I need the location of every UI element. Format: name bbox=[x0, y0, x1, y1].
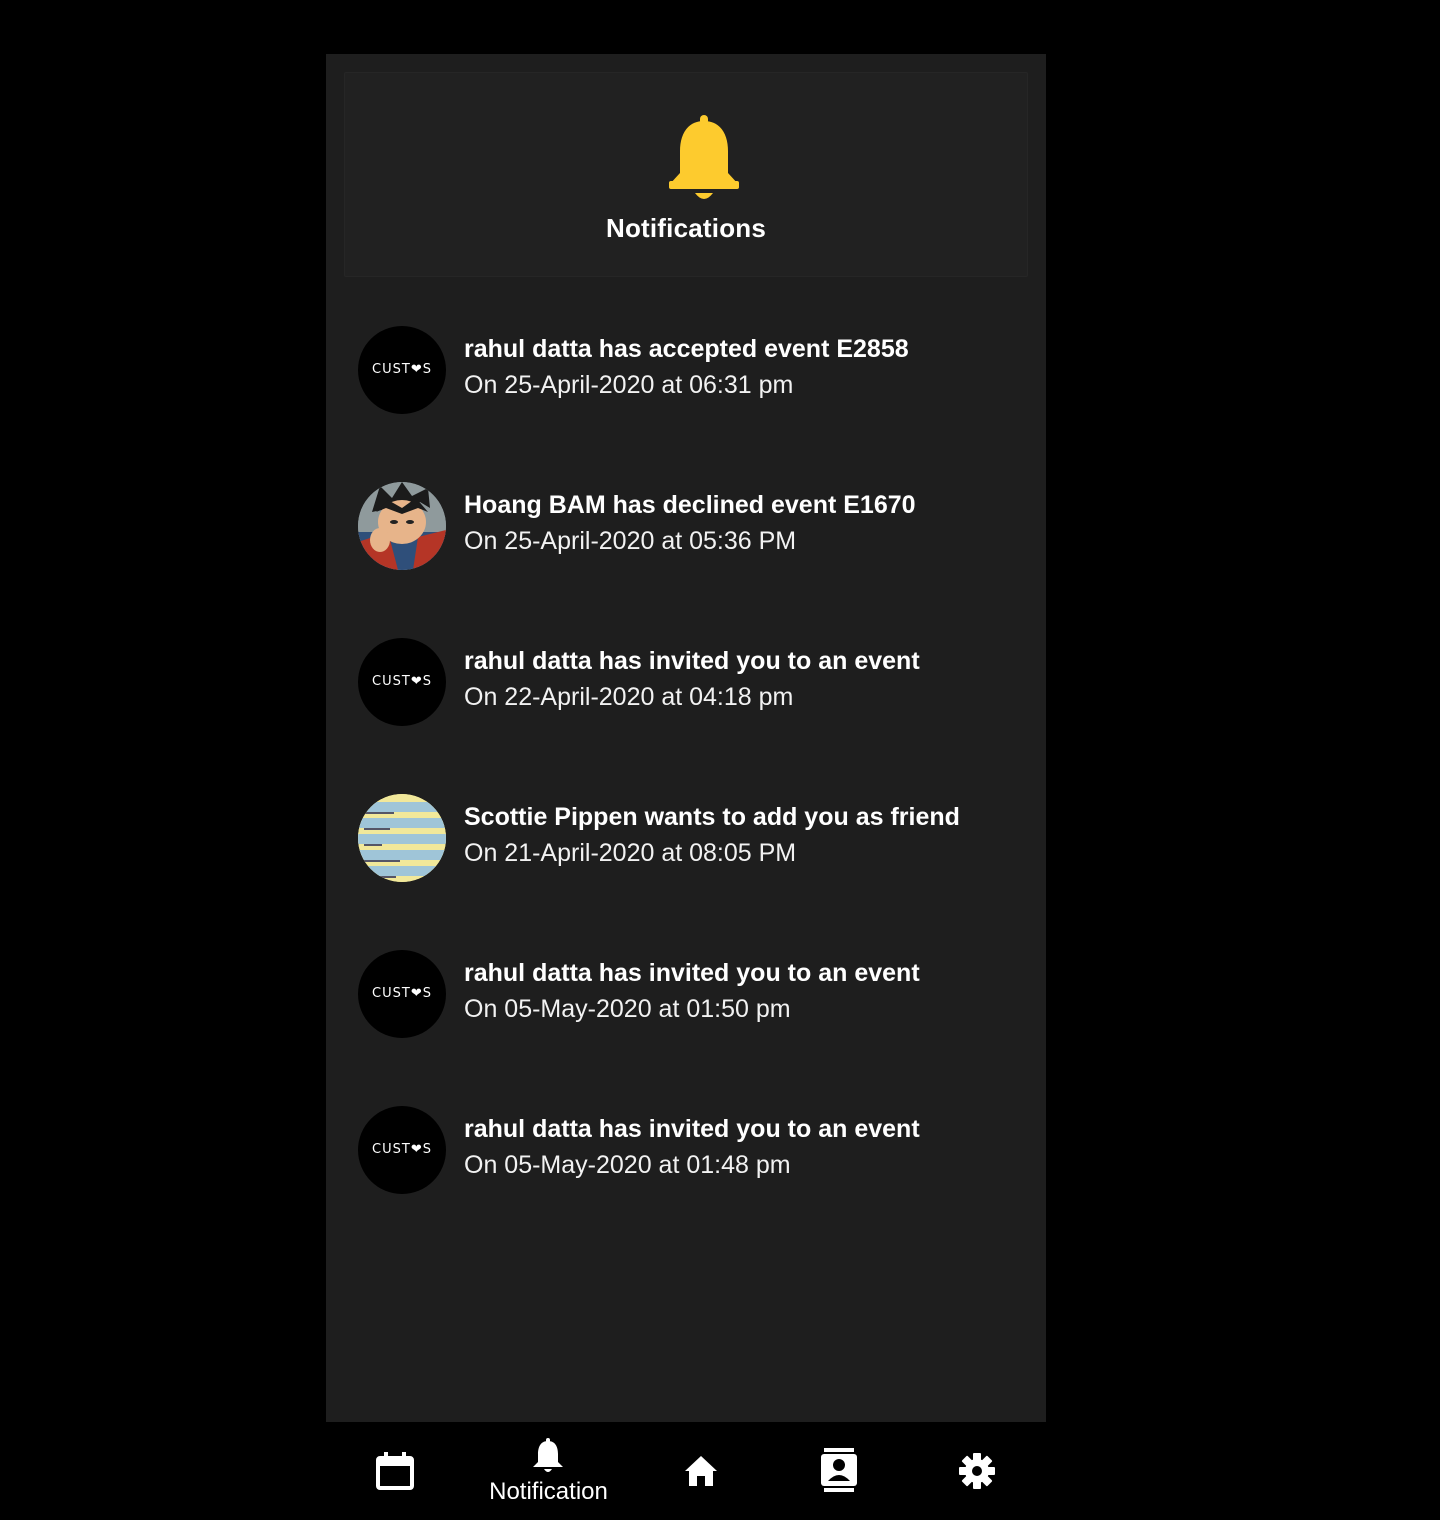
nav-notification[interactable]: Notification bbox=[476, 1422, 621, 1520]
notification-date: On 21-April-2020 at 08:05 PM bbox=[464, 839, 797, 867]
notification-title: Hoang BAM has declined event E1670 bbox=[464, 491, 916, 519]
notification-item[interactable]: CUST❤S rahul datta has invited you to an… bbox=[326, 1084, 1046, 1240]
avatar bbox=[358, 794, 446, 882]
custos-logo: CUST❤S bbox=[372, 674, 432, 689]
nav-settings[interactable] bbox=[938, 1422, 1018, 1520]
app-screen: Notifications CUST❤S rahul datta has acc… bbox=[326, 54, 1046, 1422]
nav-contacts[interactable] bbox=[798, 1422, 878, 1520]
nav-home[interactable] bbox=[661, 1422, 741, 1520]
notification-date: On 22-April-2020 at 04:18 pm bbox=[464, 683, 794, 711]
notification-date: On 05-May-2020 at 01:48 pm bbox=[464, 1151, 791, 1179]
nav-notification-label: Notification bbox=[489, 1478, 608, 1505]
home-icon bbox=[685, 1456, 717, 1486]
contacts-icon bbox=[821, 1448, 857, 1492]
avatar: CUST❤S bbox=[358, 326, 446, 414]
custos-logo: CUST❤S bbox=[372, 1142, 432, 1157]
notification-date: On 05-May-2020 at 01:50 pm bbox=[464, 995, 791, 1023]
notification-title: rahul datta has invited you to an event bbox=[464, 959, 920, 987]
notification-item[interactable]: CUST❤S rahul datta has invited you to an… bbox=[326, 928, 1046, 1084]
avatar bbox=[358, 482, 446, 570]
avatar: CUST❤S bbox=[358, 950, 446, 1038]
notification-item[interactable]: CUST❤S rahul datta has invited you to an… bbox=[326, 616, 1046, 772]
page-title: Notifications bbox=[605, 213, 767, 243]
custos-logo: CUST❤S bbox=[372, 362, 432, 377]
bell-icon bbox=[669, 115, 739, 199]
user-photo bbox=[358, 482, 446, 570]
bell-icon bbox=[533, 1438, 563, 1472]
notification-title: Scottie Pippen wants to add you as frien… bbox=[464, 803, 960, 831]
notification-title: rahul datta has invited you to an event bbox=[464, 647, 920, 675]
avatar: CUST❤S bbox=[358, 1106, 446, 1194]
user-photo bbox=[358, 794, 446, 882]
notification-date: On 25-April-2020 at 05:36 PM bbox=[464, 527, 797, 555]
notification-list: CUST❤S rahul datta has accepted event E2… bbox=[326, 304, 1046, 1240]
notification-title: rahul datta has accepted event E2858 bbox=[464, 335, 909, 363]
gear-icon bbox=[959, 1453, 995, 1489]
notification-title: rahul datta has invited you to an event bbox=[464, 1115, 920, 1143]
calendar-icon bbox=[376, 1452, 414, 1490]
notification-item[interactable]: Hoang BAM has declined event E1670 On 25… bbox=[326, 460, 1046, 616]
nav-calendar[interactable] bbox=[356, 1422, 436, 1520]
notification-item[interactable]: CUST❤S rahul datta has accepted event E2… bbox=[326, 304, 1046, 460]
avatar: CUST❤S bbox=[358, 638, 446, 726]
notifications-header: Notifications bbox=[344, 72, 1028, 277]
notification-item[interactable]: Scottie Pippen wants to add you as frien… bbox=[326, 772, 1046, 928]
bottom-nav: Notification bbox=[326, 1422, 1046, 1520]
notification-date: On 25-April-2020 at 06:31 pm bbox=[464, 371, 794, 399]
custos-logo: CUST❤S bbox=[372, 986, 432, 1001]
